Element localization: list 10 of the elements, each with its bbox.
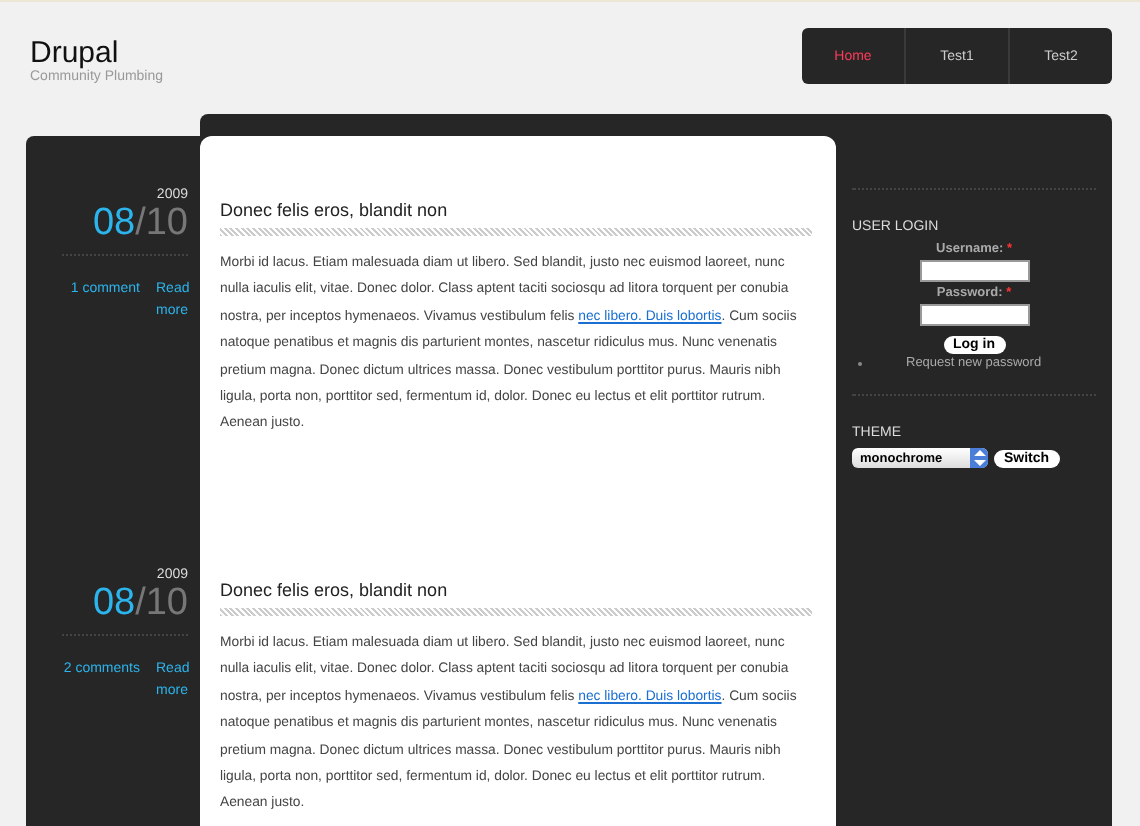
site-name[interactable]: Drupal xyxy=(30,36,164,70)
password-field[interactable] xyxy=(919,304,1029,326)
post-month: 08 xyxy=(92,202,136,244)
post-title[interactable]: Donec felis eros, blandit non xyxy=(220,580,812,600)
post-day: /10 xyxy=(135,582,188,624)
dropdown-icon xyxy=(970,448,988,468)
post-month: 08 xyxy=(92,582,136,624)
post-title[interactable]: Donec felis eros, blandit non xyxy=(220,200,812,220)
post-day: /10 xyxy=(135,202,188,244)
username-field[interactable] xyxy=(919,260,1029,282)
